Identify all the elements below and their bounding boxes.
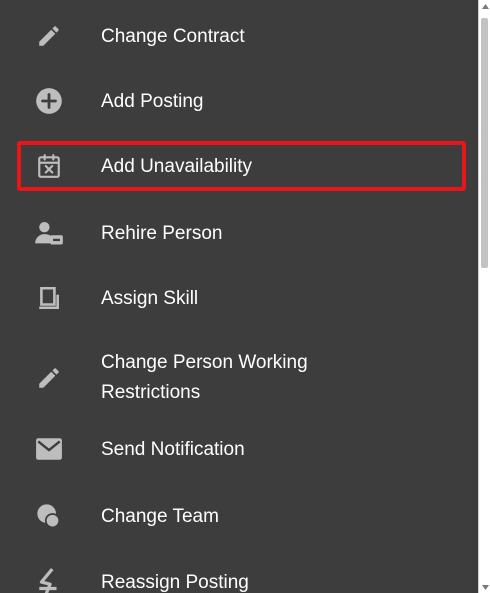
skill-icon	[34, 283, 64, 313]
team-icon	[34, 501, 64, 531]
menu-item-label: Send Notification	[101, 438, 245, 460]
pencil-icon	[34, 363, 64, 393]
actions-menu: Change Contract Add Posting Add Unavaila…	[0, 0, 478, 593]
menu-item-rehire-person[interactable]: Rehire Person	[0, 208, 478, 258]
menu-item-label: Reassign Posting	[101, 571, 249, 593]
menu-item-add-posting[interactable]: Add Posting	[0, 76, 478, 126]
vertical-scrollbar[interactable]	[478, 0, 490, 593]
scroll-up-arrow-icon[interactable]	[481, 1, 489, 11]
menu-item-change-person-working-restrictions[interactable]: Change Person Working Restrictions	[0, 343, 478, 413]
menu-item-label: Add Posting	[101, 90, 204, 112]
envelope-icon	[34, 434, 64, 464]
menu-item-reassign-posting[interactable]: Reassign Posting	[0, 557, 478, 593]
menu-item-send-notification[interactable]: Send Notification	[0, 424, 478, 474]
highlight-box	[17, 141, 466, 191]
menu-item-label: Rehire Person	[101, 222, 223, 244]
menu-item-label: Change Contract	[101, 25, 245, 47]
menu-item-label: Change Team	[101, 505, 219, 527]
scrollbar-thumb[interactable]	[481, 18, 488, 268]
menu-item-label: Change Person Working Restrictions	[101, 352, 308, 403]
menu-item-label: Assign Skill	[101, 287, 199, 309]
menu-item-change-contract[interactable]: Change Contract	[0, 11, 478, 61]
add-circle-icon	[34, 86, 64, 116]
person-minus-icon	[34, 218, 64, 248]
menu-item-change-team[interactable]: Change Team	[0, 491, 478, 541]
menu-item-assign-skill[interactable]: Assign Skill	[0, 273, 478, 323]
pencil-icon	[34, 21, 64, 51]
reassign-icon	[34, 567, 64, 593]
scroll-down-arrow-icon[interactable]	[481, 582, 489, 592]
